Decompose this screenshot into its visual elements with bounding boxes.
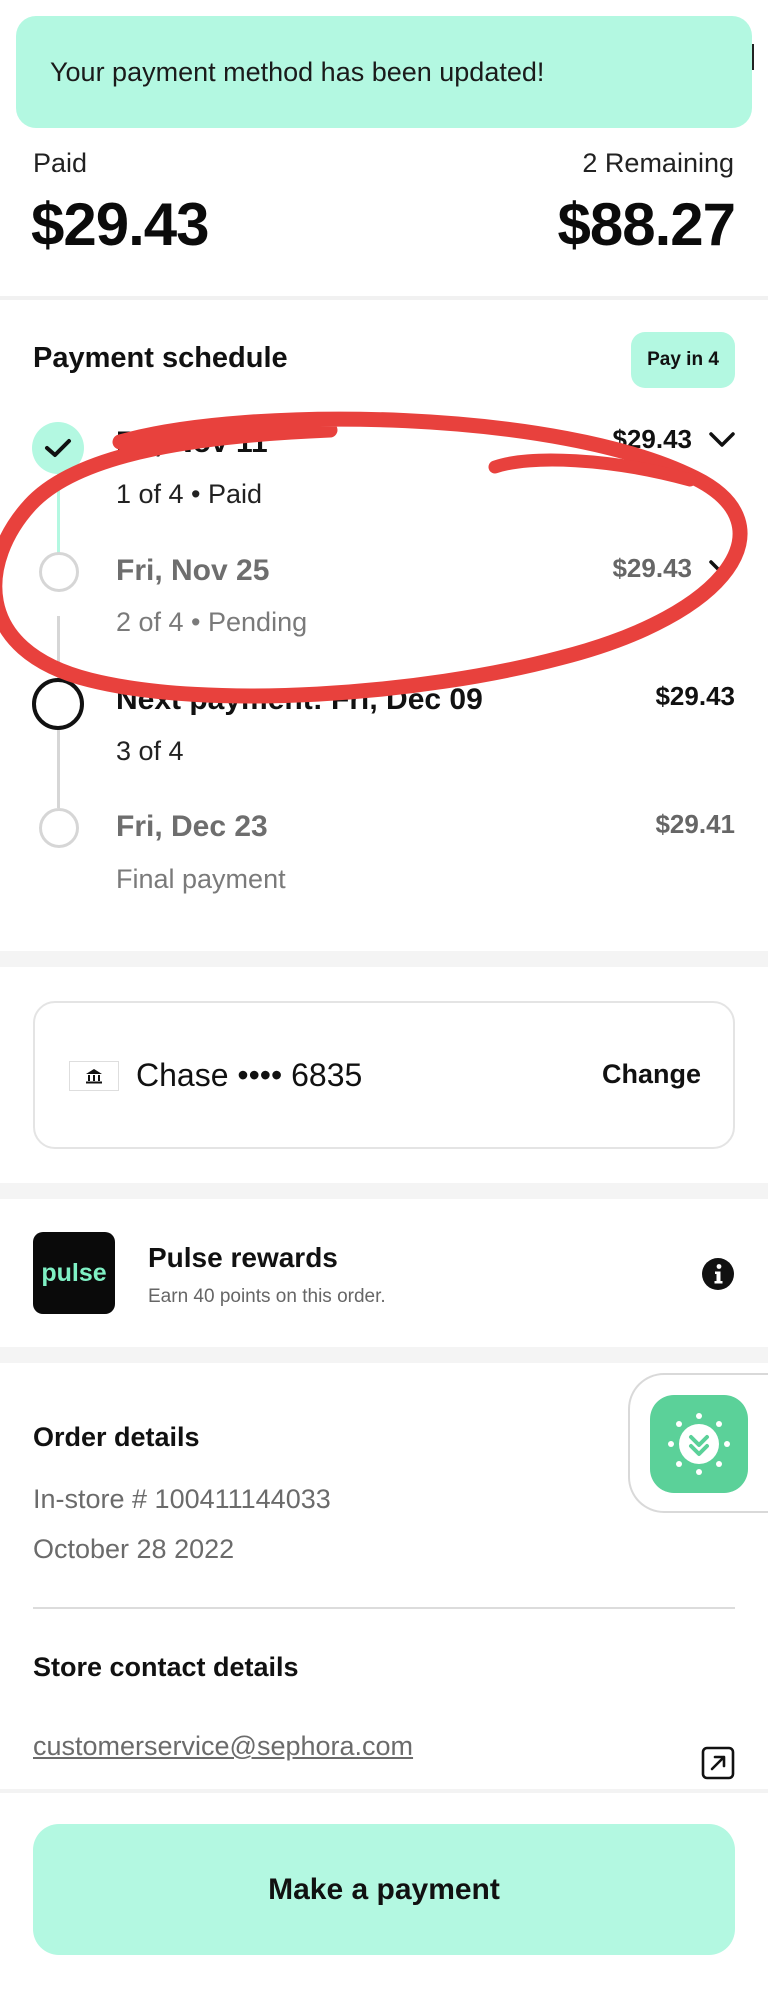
remaining-amount: $88.27	[557, 191, 736, 258]
info-icon[interactable]	[701, 1257, 735, 1291]
schedule-item-status: 2 of 4 • Pending	[116, 607, 308, 637]
upcoming-node-icon	[39, 808, 79, 848]
bank-icon	[69, 1061, 119, 1091]
schedule-item-amount: $29.43	[612, 553, 692, 583]
payment-method-card: Chase •••• 6835 Change	[33, 1001, 735, 1149]
section-divider	[0, 1347, 768, 1363]
schedule-item-status: 1 of 4 • Paid	[116, 479, 263, 509]
pulse-logo: pulse	[33, 1232, 115, 1314]
section-divider	[0, 296, 768, 300]
paid-check-icon	[32, 422, 84, 474]
schedule-item-date: Next payment: Fri, Dec 09	[116, 683, 483, 716]
remaining-label: 2 Remaining	[582, 148, 734, 178]
chevron-down-icon[interactable]	[708, 558, 736, 578]
rewards-subtitle: Earn 40 points on this order.	[148, 1286, 386, 1307]
paid-amount: $29.43	[31, 191, 210, 258]
make-payment-button[interactable]: Make a payment	[33, 1824, 735, 1955]
order-details-title: Order details	[33, 1422, 200, 1452]
timeline-connector	[57, 730, 60, 808]
external-link-icon[interactable]	[701, 1746, 735, 1780]
schedule-item-date: Fri, Dec 23	[116, 810, 268, 843]
pay-in-4-badge[interactable]: Pay in 4	[631, 332, 735, 388]
divider-line	[33, 1607, 735, 1609]
payment-summary: Paid 2 Remaining $29.43 $88.27	[0, 140, 768, 295]
section-divider	[0, 951, 768, 967]
schedule-item-status: 3 of 4	[116, 736, 184, 766]
bank-account-label: Chase •••• 6835	[136, 1057, 363, 1093]
pending-node-icon	[39, 552, 79, 592]
change-payment-method-button[interactable]: Change	[602, 1059, 701, 1090]
timeline-connector	[57, 616, 60, 678]
schedule-title: Payment schedule	[33, 342, 288, 374]
schedule-item-date: Fri, Nov 25	[116, 554, 270, 587]
next-payment-node-icon	[32, 678, 84, 730]
schedule-item-amount: $29.43	[612, 424, 692, 454]
store-email-link[interactable]: customerservice@sephora.com	[33, 1731, 413, 1762]
floating-assistant-widget[interactable]	[628, 1373, 768, 1513]
schedule-item-amount: $29.43	[655, 681, 735, 711]
store-order-number: In-store # 100411144033	[33, 1484, 331, 1514]
footer-divider	[0, 1789, 768, 1793]
schedule-item-amount: $29.41	[655, 809, 735, 839]
paid-label: Paid	[33, 148, 88, 178]
chevron-down-icon[interactable]	[708, 430, 736, 450]
section-divider	[0, 1183, 768, 1199]
assistant-icon	[650, 1395, 748, 1493]
rewards-title: Pulse rewards	[148, 1242, 338, 1273]
order-date: October 28 2022	[33, 1534, 235, 1564]
scrollbar-indicator	[752, 44, 754, 70]
schedule-item-date: Fri, Nov 11	[116, 426, 268, 459]
store-contact-title: Store contact details	[33, 1652, 299, 1682]
toast-message: Your payment method has been updated!	[50, 56, 545, 87]
schedule-item-status: Final payment	[116, 864, 286, 894]
success-toast: Your payment method has been updated!	[16, 16, 752, 128]
